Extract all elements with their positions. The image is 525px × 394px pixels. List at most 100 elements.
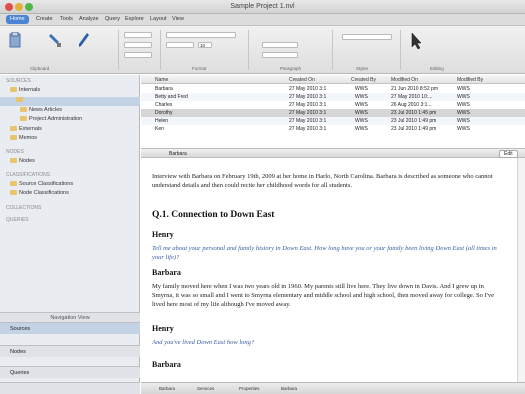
speaker-henry: Henry (152, 324, 174, 333)
paste-icon[interactable] (8, 32, 22, 48)
bottom-tab-2[interactable]: Services (197, 386, 214, 391)
sidebar-item-nodes[interactable]: Nodes (0, 158, 140, 167)
select-cursor-icon[interactable] (410, 32, 422, 50)
style-field[interactable] (124, 32, 152, 38)
folder-icon (10, 87, 17, 93)
group-label-paragraph: Paragraph (280, 66, 302, 71)
document-view[interactable]: Interview with Barbara on February 19th,… (141, 158, 517, 382)
document-tab-bar: Barbara Edit (141, 148, 525, 158)
ribbon-separator (248, 30, 249, 70)
ribbon-toolbar: 10 Clipboard Format Paragraph Styles Edi… (0, 26, 525, 74)
sidebar-item-memos[interactable]: Memos (0, 135, 140, 144)
row-created-by: WWS (355, 110, 368, 116)
paragraph-spacing-field[interactable] (262, 42, 298, 48)
sidebar-head-classifications: CLASSIFICATIONS (6, 172, 51, 178)
tab-query[interactable]: Query (105, 16, 120, 25)
window-title: Sample Project 1.nvl (230, 3, 295, 10)
sidebar-item-node-classifications[interactable]: Node Classifications (0, 190, 140, 199)
tab-create[interactable]: Create (36, 16, 53, 25)
ribbon-tab-bar: Home Create Tools Analyze Query Explore … (0, 14, 525, 26)
pen-icon[interactable] (78, 32, 90, 48)
sidebar-footer (0, 382, 140, 394)
row-created: 27 May 2010 3:1 (289, 102, 327, 108)
folder-icon (10, 135, 17, 141)
navigation-view-header: Navigation View (0, 312, 140, 322)
zoom-window-button[interactable] (25, 3, 33, 11)
tab-analyze[interactable]: Analyze (79, 16, 99, 25)
document-scrollbar[interactable] (517, 158, 525, 382)
row-created: 27 May 2010 3:1 (289, 94, 327, 100)
row-modified-by: WWS (457, 110, 470, 116)
sidebar-head-queries[interactable]: QUERIES (0, 217, 140, 226)
sidebar-item-source-classifications[interactable]: Source Classifications (0, 181, 140, 190)
table-row[interactable]: Barbara 27 May 2010 3:1 WWS 21 Jun 2010 … (141, 85, 525, 93)
row-created: 27 May 2010 3:1 (289, 118, 327, 124)
sidebar-item-news-articles[interactable]: News Articles (0, 107, 140, 116)
nav-button-sources[interactable]: Sources (0, 322, 140, 334)
column-header-name[interactable]: Name (155, 77, 168, 83)
answer-text: My family moved here when I was two year… (152, 283, 494, 308)
row-modified-by: WWS (457, 94, 470, 100)
sidebar-head-collections[interactable]: COLLECTIONS (0, 205, 140, 214)
format-brush-icon[interactable] (48, 32, 62, 48)
sidebar-item-internals[interactable]: Internals (0, 87, 140, 96)
speaker-barbara: Barbara (152, 268, 181, 277)
row-created-by: WWS (355, 118, 368, 124)
group-label-format: Format (192, 66, 207, 71)
row-name: Charles (155, 102, 173, 108)
sidebar-item-project-administration[interactable]: Project Administration (0, 116, 140, 125)
sidebar-item-externals[interactable]: Externals (0, 126, 140, 135)
close-window-button[interactable] (5, 3, 13, 11)
table-row[interactable]: Ken 27 May 2010 3:1 WWS 23 Jul 2010 1:49… (141, 125, 525, 133)
tab-layout[interactable]: Layout (150, 16, 167, 25)
table-row-selected[interactable]: Dorothy 27 May 2010 3:1 WWS 23 Jul 2010 … (141, 109, 525, 117)
row-created: 27 May 2010 3:1 (289, 86, 327, 92)
row-modified: 23 Jul 2010 1:49 pm (391, 118, 437, 124)
row-modified-by: WWS (457, 126, 470, 132)
folder-icon (10, 181, 17, 187)
tab-home[interactable]: Home (6, 15, 29, 24)
list-header: Name Created On Created By Modified On M… (141, 75, 525, 84)
minimize-window-button[interactable] (15, 3, 23, 11)
row-created: 27 May 2010 3:1 (289, 126, 327, 132)
column-header-modified-on[interactable]: Modified On (391, 77, 418, 83)
table-row[interactable]: Helen 27 May 2010 3:1 WWS 23 Jul 2010 1:… (141, 117, 525, 125)
tab-view[interactable]: View (172, 16, 184, 25)
tab-tools[interactable]: Tools (60, 16, 73, 25)
bottom-tab-3[interactable]: Properties (239, 386, 260, 391)
row-modified-by: WWS (457, 118, 470, 124)
row-name: Dorothy (155, 110, 173, 116)
column-header-modified-by[interactable]: Modified By (457, 77, 483, 83)
nav-button-queries[interactable]: Queries (0, 366, 140, 378)
row-name: Helen (155, 118, 169, 124)
find-field[interactable] (342, 34, 392, 40)
sources-list: Name Created On Created By Modified On M… (141, 75, 525, 148)
speaker-barbara: Barbara (152, 360, 181, 369)
document-heading: Q.1. Connection to Down East (152, 210, 275, 220)
sidebar-item-selected[interactable] (0, 97, 140, 106)
bottom-tab-1[interactable]: Barbara (159, 386, 175, 391)
title-bar: Sample Project 1.nvl (0, 0, 525, 14)
column-header-created-by[interactable]: Created By (351, 77, 376, 83)
style-field-2[interactable] (124, 42, 152, 48)
nav-button-nodes[interactable]: Nodes (0, 345, 140, 357)
edit-button[interactable]: Edit (499, 150, 518, 158)
tab-explore[interactable]: Explore (125, 16, 144, 25)
row-created-by: WWS (355, 94, 368, 100)
font-name-field[interactable] (166, 32, 236, 38)
document-tab-label[interactable]: Barbara (169, 151, 187, 157)
bottom-tab-4[interactable]: Barbara (281, 386, 297, 391)
table-row[interactable]: Charles 27 May 2010 3:1 WWS 26 Aug 2010 … (141, 101, 525, 109)
paragraph-indent-field[interactable] (262, 52, 298, 58)
table-row[interactable]: Betty and Fred 27 May 2010 3:1 WWS 27 Ma… (141, 93, 525, 101)
font-size-field[interactable]: 10 (198, 42, 212, 48)
style-field-3[interactable] (124, 52, 152, 58)
row-modified: 26 Aug 2010 3:1... (391, 102, 432, 108)
ribbon-separator (160, 30, 161, 70)
sidebar-head-nodes: NODES (6, 149, 24, 155)
folder-icon (16, 97, 23, 103)
font-color-field[interactable] (166, 42, 194, 48)
group-label-styles: Styles (356, 66, 369, 71)
row-modified: 27 May 2010 10:... (391, 94, 433, 100)
column-header-created-on[interactable]: Created On (289, 77, 315, 83)
